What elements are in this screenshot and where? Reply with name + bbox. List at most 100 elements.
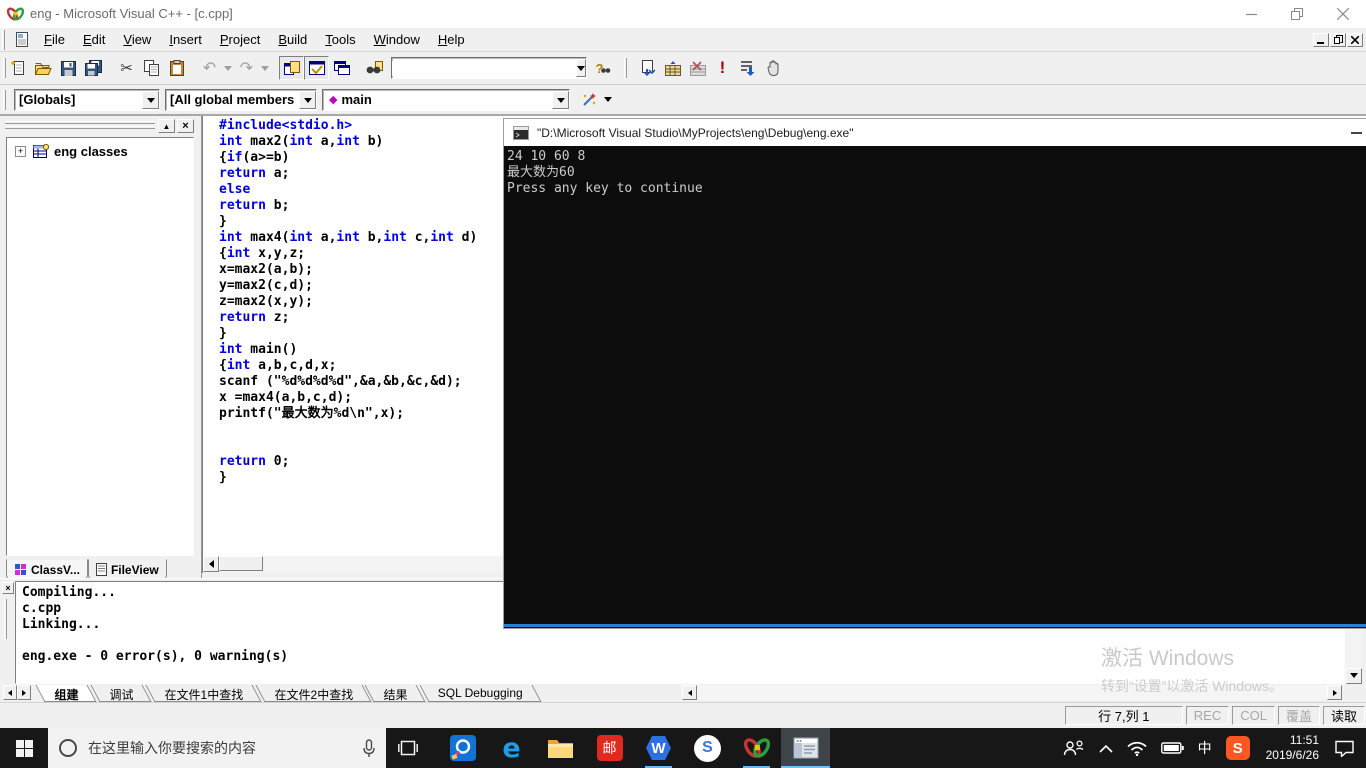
find-combo-dropdown[interactable] bbox=[576, 59, 586, 77]
tray-expand-chevron-icon[interactable] bbox=[1092, 728, 1120, 768]
output-tab-3[interactable]: 在文件1中查找 bbox=[145, 685, 262, 702]
scroll-thumb[interactable] bbox=[219, 556, 263, 571]
redo-button[interactable]: ↷ bbox=[234, 56, 259, 80]
task-view-button[interactable] bbox=[386, 728, 430, 768]
console-minimize-button[interactable] bbox=[1351, 132, 1362, 134]
mdi-close-button[interactable] bbox=[1347, 32, 1363, 47]
action-center-icon[interactable] bbox=[1328, 728, 1366, 768]
console-output[interactable]: 24 10 60 8 最大数为60 Press any key to continu… bbox=[504, 146, 1366, 624]
menu-tools[interactable]: Tools bbox=[316, 29, 364, 50]
wizard-dropdown[interactable] bbox=[601, 88, 614, 112]
go-button[interactable] bbox=[735, 56, 760, 80]
panel-pin-button[interactable]: ▲ bbox=[158, 119, 175, 133]
menu-view[interactable]: View bbox=[114, 29, 160, 50]
save-all-button[interactable] bbox=[81, 56, 106, 80]
save-button[interactable] bbox=[56, 56, 81, 80]
paste-button[interactable] bbox=[164, 56, 189, 80]
output-tab-4[interactable]: 在文件2中查找 bbox=[255, 685, 371, 702]
menu-file[interactable]: File bbox=[35, 29, 74, 50]
class-combo-dropdown[interactable] bbox=[142, 90, 159, 109]
taskbar-search-input[interactable] bbox=[88, 740, 352, 756]
console-titlebar[interactable]: "D:\Microsoft Visual Studio\MyProjects\e… bbox=[504, 119, 1366, 146]
search-help-button[interactable]: ? bbox=[591, 56, 616, 80]
mdi-minimize-button[interactable] bbox=[1313, 32, 1329, 47]
compile-button[interactable] bbox=[635, 56, 660, 80]
input-method-indicator[interactable]: 中 bbox=[1191, 728, 1219, 768]
output-scroll-down-button[interactable] bbox=[1346, 668, 1362, 684]
output-tab-2[interactable]: 调试 bbox=[90, 685, 152, 702]
cut-button[interactable]: ✂ bbox=[114, 56, 139, 80]
panel-grip2[interactable] bbox=[5, 126, 155, 129]
workspace-panel: ▲ × + eng classes ClassV... FileView bbox=[0, 116, 202, 580]
taskbar-app-edge[interactable]: e bbox=[487, 728, 536, 768]
undo-dropdown[interactable] bbox=[222, 56, 234, 80]
panel-close-button[interactable]: × bbox=[177, 119, 194, 133]
taskbar-app-mail[interactable]: 邮 bbox=[585, 728, 634, 768]
mail-app-icon: 邮 bbox=[596, 735, 623, 761]
execute-program-button[interactable]: ! bbox=[710, 56, 735, 80]
open-file-button[interactable] bbox=[31, 56, 56, 80]
build-toolbar-grip[interactable] bbox=[624, 58, 627, 78]
microphone-icon[interactable] bbox=[362, 738, 376, 758]
taskbar-app-photos-search[interactable] bbox=[438, 728, 487, 768]
tab-classview[interactable]: ClassV... bbox=[6, 559, 88, 580]
document-icon[interactable] bbox=[15, 32, 29, 47]
breakpoint-hand-button[interactable] bbox=[760, 56, 785, 80]
taskbar-app-console-active[interactable] bbox=[781, 728, 830, 768]
taskbar-app-wps[interactable]: W bbox=[634, 728, 683, 768]
start-button[interactable] bbox=[0, 728, 48, 768]
menu-window[interactable]: Window bbox=[365, 29, 429, 50]
redo-dropdown[interactable] bbox=[259, 56, 271, 80]
window-list-button[interactable] bbox=[329, 56, 354, 80]
mdi-restore-button[interactable] bbox=[1330, 32, 1346, 47]
find-combo-input[interactable] bbox=[392, 60, 576, 76]
taskbar-search-box[interactable] bbox=[48, 728, 386, 768]
sogou-ime-icon[interactable]: S bbox=[1219, 728, 1257, 768]
wizardbar-grip[interactable] bbox=[3, 89, 6, 110]
tree-expand-icon[interactable]: + bbox=[15, 146, 26, 157]
console-window[interactable]: "D:\Microsoft Visual Studio\MyProjects\e… bbox=[503, 118, 1366, 629]
find-in-files-button[interactable] bbox=[362, 56, 387, 80]
taskbar-app-file-explorer[interactable] bbox=[536, 728, 585, 768]
scroll-left-button[interactable] bbox=[203, 556, 219, 572]
members-combo-dropdown[interactable] bbox=[299, 90, 316, 109]
restore-button[interactable] bbox=[1274, 0, 1320, 28]
wifi-icon[interactable] bbox=[1120, 728, 1154, 768]
close-button[interactable] bbox=[1320, 0, 1366, 28]
taskbar-clock[interactable]: 11:51 2019/6/26 bbox=[1257, 733, 1328, 763]
build-button[interactable] bbox=[660, 56, 685, 80]
tree-root-label[interactable]: eng classes bbox=[54, 144, 128, 159]
tree-item-eng-classes[interactable]: + eng classes bbox=[7, 138, 193, 159]
menu-project[interactable]: Project bbox=[211, 29, 269, 50]
battery-icon[interactable] bbox=[1154, 728, 1191, 768]
function-combo-dropdown[interactable] bbox=[552, 90, 569, 109]
menu-help[interactable]: Help bbox=[429, 29, 474, 50]
menu-build[interactable]: Build bbox=[269, 29, 316, 50]
workspace-toggle-button[interactable] bbox=[279, 56, 304, 80]
members-combo: [All global members bbox=[165, 88, 317, 111]
wizard-action-button[interactable] bbox=[576, 88, 601, 112]
taskbar-app-visual-cpp[interactable] bbox=[732, 728, 781, 768]
output-grip[interactable] bbox=[4, 599, 7, 639]
taskbar-app-sogou-browser[interactable]: S bbox=[683, 728, 732, 768]
undo-button[interactable]: ↶ bbox=[197, 56, 222, 80]
people-icon[interactable] bbox=[1056, 728, 1092, 768]
tabs-scroll-left[interactable] bbox=[3, 685, 17, 700]
menu-insert[interactable]: Insert bbox=[160, 29, 211, 50]
tab-fileview[interactable]: FileView bbox=[87, 559, 167, 580]
tabs-scroll-right[interactable] bbox=[17, 685, 31, 700]
output-tab-6[interactable]: SQL Debugging bbox=[419, 685, 542, 702]
output-tab-1[interactable]: 组建 bbox=[35, 685, 97, 702]
new-file-button[interactable] bbox=[6, 56, 31, 80]
minimize-button[interactable] bbox=[1228, 0, 1274, 28]
output-tab-5[interactable]: 结果 bbox=[364, 685, 426, 702]
menubar-grip[interactable] bbox=[2, 29, 5, 50]
output-toggle-button[interactable] bbox=[304, 56, 329, 80]
copy-button[interactable] bbox=[139, 56, 164, 80]
panel-grip[interactable] bbox=[5, 121, 155, 124]
stop-build-button[interactable] bbox=[685, 56, 710, 80]
tabs-hscroll-right[interactable] bbox=[1327, 685, 1342, 700]
tabs-hscroll-left[interactable] bbox=[682, 685, 697, 700]
output-close-button[interactable]: × bbox=[2, 582, 14, 594]
menu-edit[interactable]: Edit bbox=[74, 29, 114, 50]
